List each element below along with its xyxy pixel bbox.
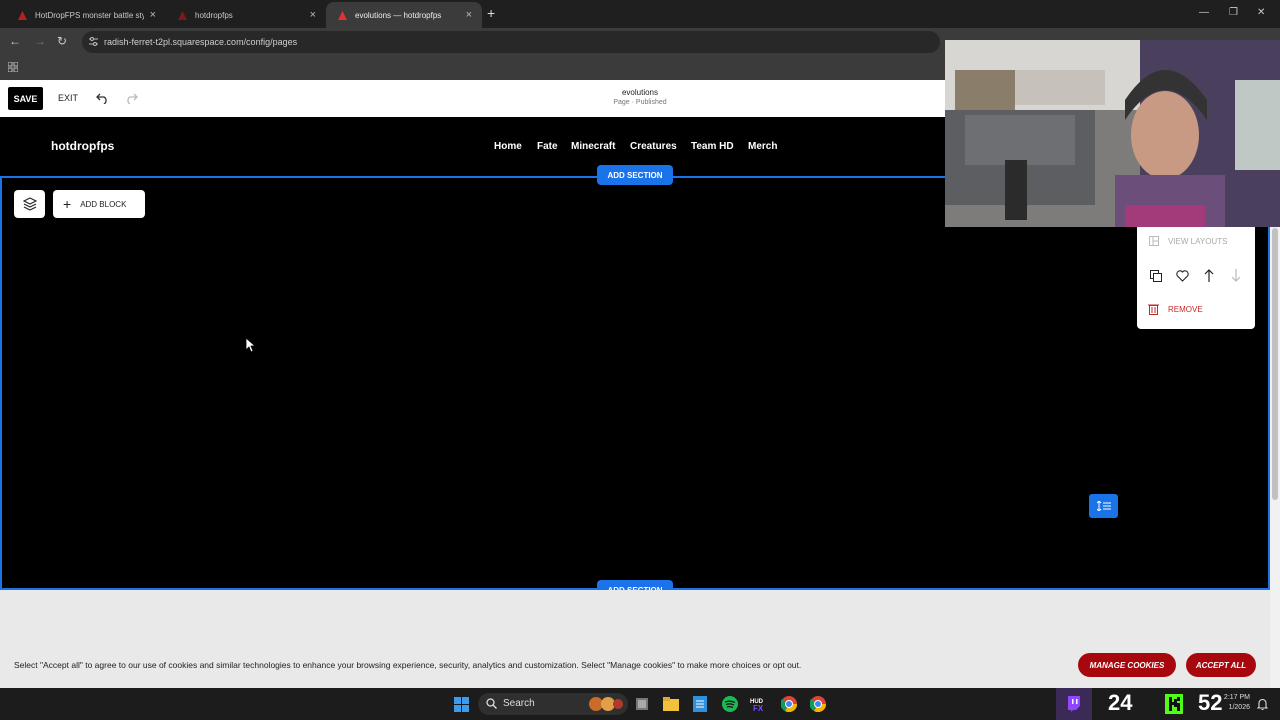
accept-all-cookies-button[interactable]: ACCEPT ALL <box>1186 653 1256 677</box>
editor-top-bar <box>0 80 945 117</box>
plus-icon: + <box>63 196 72 212</box>
clock-date: 1/2026 <box>1228 704 1250 711</box>
kick-widget <box>1160 688 1188 720</box>
duplicate-icon[interactable] <box>1150 270 1162 282</box>
notification-bell-icon[interactable] <box>1257 698 1268 710</box>
browser-tab[interactable]: HotDropFPS monster battle sty × <box>6 2 166 28</box>
twitch-viewer-count: 24 <box>1108 690 1133 715</box>
twitch-icon <box>1068 696 1080 712</box>
windows-start-icon[interactable] <box>454 697 469 712</box>
cookie-message: Select "Accept all" to agree to our use … <box>14 660 802 670</box>
notepad-icon[interactable] <box>693 696 707 712</box>
nav-link-team-hd[interactable]: Team HD <box>691 141 734 152</box>
new-tab-icon[interactable]: + <box>487 5 495 21</box>
close-tab-icon[interactable]: × <box>150 9 156 21</box>
close-window-icon[interactable]: ✕ <box>1257 7 1265 18</box>
layers-icon <box>22 197 37 211</box>
trash-icon <box>1148 303 1159 315</box>
close-tab-icon[interactable]: × <box>310 9 316 21</box>
forward-icon[interactable]: → <box>34 34 46 48</box>
file-explorer-icon[interactable] <box>663 697 679 711</box>
exit-button[interactable]: EXIT <box>58 93 78 103</box>
back-icon[interactable]: ← <box>9 34 21 48</box>
search-icon <box>486 698 497 709</box>
add-section-top-button[interactable]: ADD SECTION <box>597 165 673 185</box>
add-block-label: ADD BLOCK <box>80 199 127 209</box>
favicon-icon <box>18 10 27 20</box>
page-title: evolutions <box>621 88 659 97</box>
taskbar-search-label: Search <box>503 698 535 709</box>
redo-icon[interactable] <box>125 92 138 104</box>
site-logo[interactable]: hotdropfps <box>51 139 114 153</box>
webcam-overlay <box>945 40 1280 227</box>
favicon-icon <box>178 10 187 20</box>
move-up-icon[interactable] <box>1204 269 1214 282</box>
page-status: Page · Published <box>613 99 667 106</box>
svg-text:FX: FX <box>753 704 764 712</box>
apps-grid-icon[interactable] <box>8 62 18 72</box>
chrome-profile-icon[interactable] <box>810 696 826 712</box>
layout-icon <box>1149 236 1159 246</box>
browser-tab-title: evolutions — hotdropfps <box>355 10 442 20</box>
browser-tab-title: HotDropFPS monster battle sty <box>35 10 144 20</box>
url-text: radish-ferret-t2pl.squarespace.com/confi… <box>104 37 298 47</box>
height-adjust-icon <box>1096 501 1111 511</box>
twitch-widget <box>1056 688 1092 720</box>
nav-link-merch[interactable]: Merch <box>748 141 777 152</box>
site-info-icon[interactable] <box>89 37 98 46</box>
task-view-icon[interactable] <box>635 697 649 711</box>
mouse-cursor-icon <box>246 338 256 352</box>
search-highlight-icon <box>588 695 624 713</box>
browser-tab-active[interactable]: evolutions — hotdropfps × <box>326 2 482 28</box>
favorite-heart-icon[interactable] <box>1176 270 1189 282</box>
add-block-button[interactable]: + ADD BLOCK <box>53 190 145 218</box>
webcam-video-image <box>945 40 1280 227</box>
layers-button[interactable] <box>14 190 45 218</box>
minimize-icon[interactable]: — <box>1199 7 1209 18</box>
favicon-icon <box>338 10 347 20</box>
maximize-icon[interactable]: ❐ <box>1229 7 1238 18</box>
nav-link-minecraft[interactable]: Minecraft <box>571 141 615 152</box>
view-layouts-button[interactable]: VIEW LAYOUTS <box>1168 237 1227 246</box>
move-down-icon[interactable] <box>1231 269 1241 282</box>
cookie-banner <box>0 590 1270 688</box>
close-tab-icon[interactable]: × <box>466 9 472 21</box>
hudfx-icon[interactable]: HUD FX <box>750 696 768 712</box>
chrome-icon[interactable] <box>781 696 797 712</box>
browser-tab[interactable]: hotdropfps × <box>166 2 326 28</box>
remove-section-button[interactable]: REMOVE <box>1168 305 1203 314</box>
spotify-icon[interactable] <box>722 696 738 712</box>
kick-icon <box>1165 694 1183 714</box>
nav-link-home[interactable]: Home <box>494 141 522 152</box>
system-clock: 2:17 PM 1/2026 <box>1200 693 1250 713</box>
clock-time: 2:17 PM <box>1223 694 1250 701</box>
selected-section-outline[interactable] <box>0 176 1270 590</box>
browser-tab-title: hotdropfps <box>195 10 233 20</box>
nav-link-fate[interactable]: Fate <box>537 141 558 152</box>
section-height-button[interactable] <box>1089 494 1118 518</box>
save-button[interactable]: SAVE <box>8 87 43 110</box>
reload-icon[interactable]: ↻ <box>57 34 67 48</box>
manage-cookies-button[interactable]: MANAGE COOKIES <box>1078 653 1176 677</box>
undo-icon[interactable] <box>96 92 109 104</box>
nav-link-creatures[interactable]: Creatures <box>630 141 677 152</box>
scrollbar-thumb[interactable] <box>1272 228 1278 500</box>
